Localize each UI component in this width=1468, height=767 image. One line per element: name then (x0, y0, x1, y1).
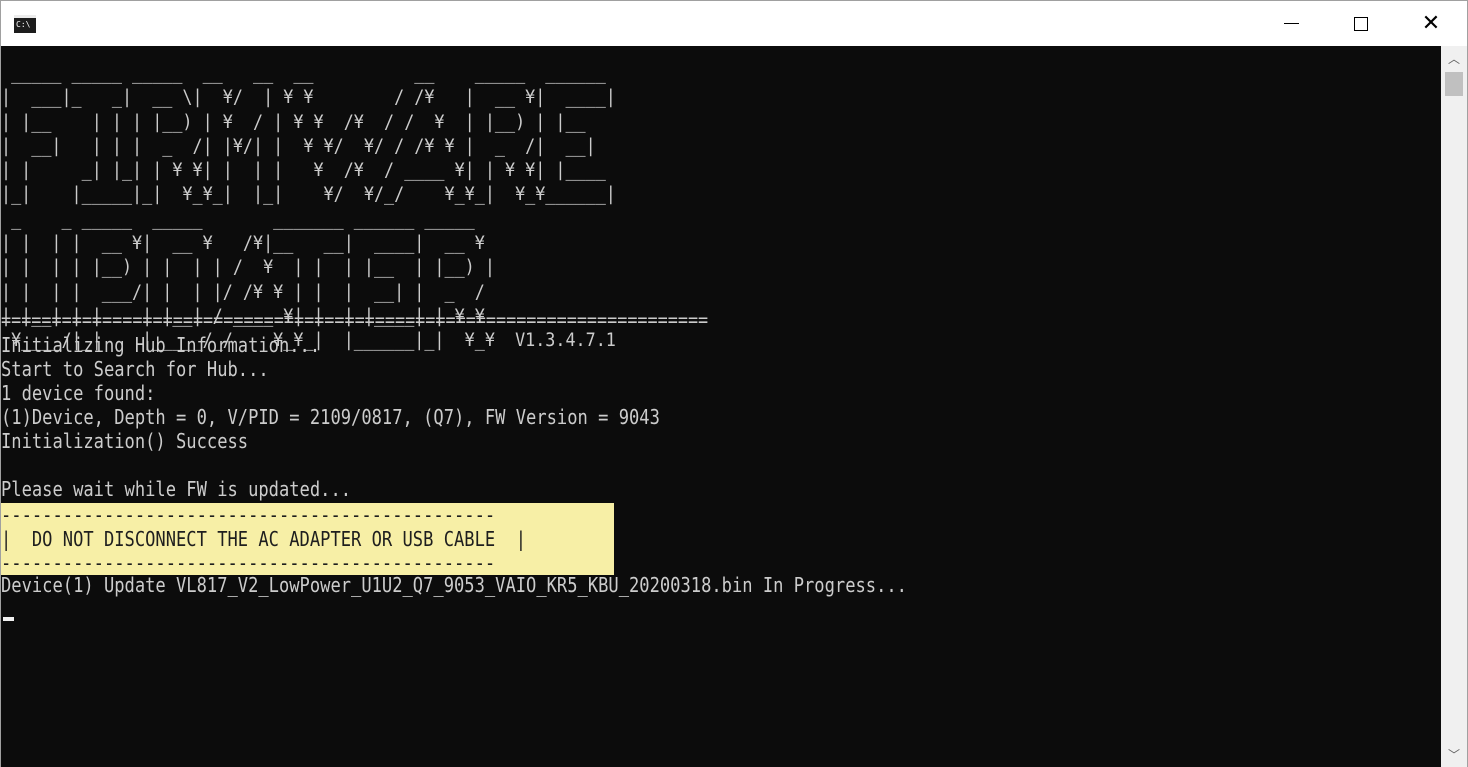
minimize-icon (1283, 23, 1299, 24)
separator-line: ========================================… (1, 310, 709, 331)
maximize-icon (1354, 16, 1368, 31)
maximize-button[interactable] (1326, 1, 1396, 46)
minimize-button[interactable] (1256, 1, 1326, 46)
console-window: C:\ ✕ _____ _____ _____ __ __ __ __ ____… (0, 0, 1468, 767)
close-button[interactable]: ✕ (1396, 1, 1466, 46)
title-bar[interactable]: C:\ ✕ (1, 1, 1467, 46)
progress-line: Device(1) Update VL817_V2_LowPower_U1U2_… (1, 573, 907, 597)
console-output[interactable]: _____ _____ _____ __ __ __ __ _____ ____… (1, 46, 1441, 767)
warning-text: ----------------------------------------… (1, 503, 527, 575)
warning-box: ----------------------------------------… (1, 503, 614, 575)
close-icon: ✕ (1421, 10, 1441, 36)
text-cursor (3, 617, 14, 621)
cmd-console-icon[interactable]: C:\ (14, 15, 36, 33)
log-output: Initializing Hub Information... Start to… (1, 333, 660, 501)
scroll-up-arrow-icon[interactable]: ︿ (1441, 49, 1467, 69)
vertical-scrollbar[interactable]: ︿ ﹀ (1441, 46, 1467, 767)
scroll-down-arrow-icon[interactable]: ﹀ (1441, 745, 1467, 765)
scroll-thumb[interactable] (1445, 72, 1463, 96)
